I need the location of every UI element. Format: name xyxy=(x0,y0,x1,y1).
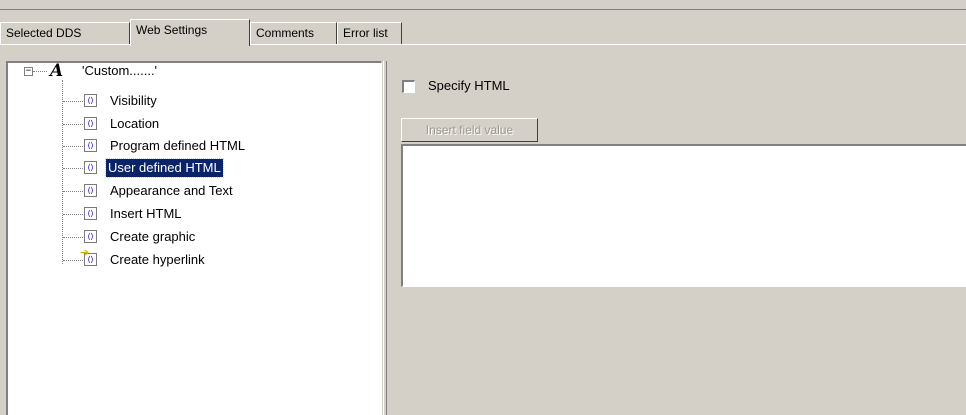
tree-connector xyxy=(63,146,83,148)
tree-item-label: Program defined HTML xyxy=(110,138,246,153)
tree-connector xyxy=(63,101,83,103)
tree-connector xyxy=(63,168,83,170)
tree-connector xyxy=(63,237,83,239)
window-top-edge xyxy=(0,0,966,10)
html-node-icon: ⟨⟩ xyxy=(84,139,97,152)
arrow-icon: ➔ xyxy=(80,246,90,259)
specify-html-checkbox[interactable] xyxy=(402,80,415,93)
tree-connector xyxy=(63,191,83,193)
tree-item-label: Visibility xyxy=(110,93,157,108)
tree-root-label: 'Custom.......' xyxy=(82,63,158,78)
tab-selected-dds[interactable]: Selected DDS xyxy=(0,22,130,44)
specify-html-label[interactable]: Specify HTML xyxy=(428,78,510,93)
tab-comments[interactable]: Comments xyxy=(250,22,337,44)
panel-splitter[interactable] xyxy=(383,61,387,415)
tree-connector xyxy=(33,71,47,73)
tree-item-label: Location xyxy=(110,116,160,131)
tree-connector xyxy=(63,124,83,126)
html-node-icon: ⟨⟩ xyxy=(84,117,97,130)
tab-error-list[interactable]: Error list xyxy=(337,22,402,44)
tree-connector xyxy=(63,260,83,262)
insert-field-value-button[interactable]: Insert field value xyxy=(401,118,538,142)
html-node-icon: ⟨⟩ xyxy=(84,230,97,243)
tree-item-label: Insert HTML xyxy=(110,206,182,221)
html-editor-textarea[interactable] xyxy=(401,144,966,287)
html-node-icon: ⟨⟩ xyxy=(84,184,97,197)
html-node-icon: ⟨⟩ xyxy=(84,161,97,174)
tree-item-label: Create graphic xyxy=(110,229,196,244)
html-node-icon: ⟨⟩ xyxy=(84,94,97,107)
tree-item-label: Appearance and Text xyxy=(110,183,233,198)
font-a-icon: A xyxy=(50,61,64,81)
tree-connector xyxy=(63,214,83,216)
collapse-toggle-icon[interactable]: − xyxy=(24,67,33,76)
tree-item-label: User defined HTML xyxy=(105,158,224,178)
tab-web-settings[interactable]: Web Settings xyxy=(130,19,250,46)
html-node-icon: ⟨⟩ xyxy=(84,207,97,220)
tree-item-label: Create hyperlink xyxy=(110,252,205,267)
